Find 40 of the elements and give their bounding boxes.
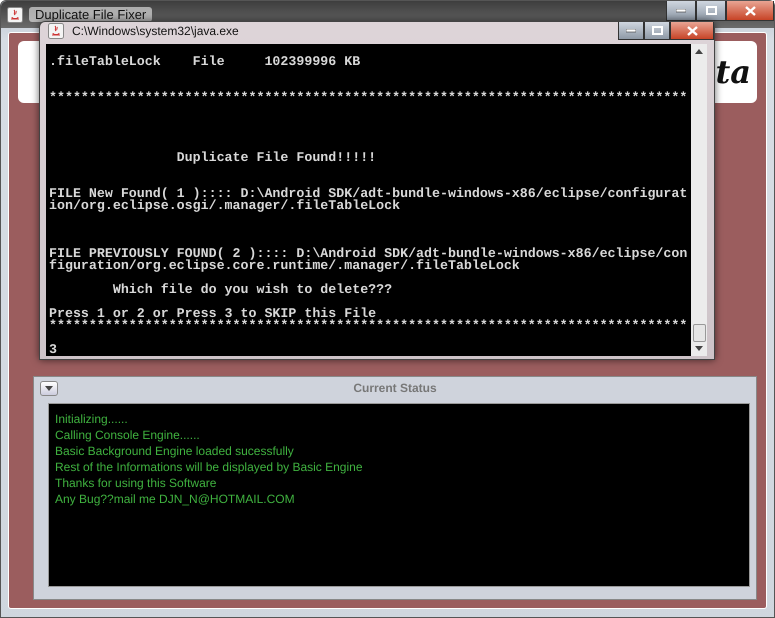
scroll-thumb[interactable]	[692, 324, 706, 342]
caret-icon	[45, 386, 53, 390]
banner-text: ta	[715, 53, 751, 91]
maximize-icon	[652, 26, 662, 35]
minimize-button[interactable]	[666, 1, 696, 21]
console-line: FILE PREVIOUSLY FOUND( 2 ):::: D:\Android SDK/adt-bundle-windows-x86/eclipse/con	[49, 248, 688, 260]
window-title: Duplicate File Fixer	[29, 7, 152, 22]
console-line: figuration/org.eclipse.core.runtime/.manager/.fileTableLock	[49, 260, 520, 272]
console-line: FILE New Found( 1 ):::: D:\Android SDK/adt-bundle-windows-x86/eclipse/configurat	[49, 188, 688, 200]
console-line: ********************************************************************************	[49, 92, 688, 104]
console-line: ion/org.eclipse.osgi/.manager/.fileTableLock	[49, 200, 400, 212]
maximize-button[interactable]	[696, 1, 726, 21]
log-line: Basic Background Engine loaded sucessfully	[55, 443, 294, 459]
close-button[interactable]	[670, 22, 714, 40]
scrollbar[interactable]	[691, 44, 707, 356]
log-line: Any Bug??mail me DJN_N@HOTMAIL.COM	[55, 491, 295, 507]
log-line: Thanks for using this Software	[55, 475, 216, 491]
log-line: Rest of the Informations will be displayed by Basic Engine	[55, 459, 362, 475]
minimize-icon	[676, 8, 686, 12]
close-button[interactable]	[726, 1, 774, 21]
console-line: ********************************************************************************	[49, 320, 688, 332]
console-line: .fileTableLock File 102399996 KB	[49, 56, 360, 68]
close-icon	[744, 6, 756, 16]
console-line: Duplicate File Found!!!!!	[176, 152, 376, 164]
minimize-button[interactable]	[618, 22, 644, 40]
scroll-down-icon	[695, 346, 703, 351]
log-line: Calling Console Engine......	[55, 427, 200, 443]
maximize-button[interactable]	[644, 22, 670, 40]
console-line: 3	[49, 344, 57, 356]
collapse-button[interactable]	[40, 380, 58, 396]
console-line: Press 1 or 2 or Press 3 to SKIP this File	[49, 308, 376, 320]
log-line: Initializing......	[55, 411, 128, 427]
maximize-icon	[706, 6, 716, 15]
console-line: Which file do you wish to delete???	[112, 284, 392, 296]
console-title: C:\Windows\system32\java.exe	[72, 24, 239, 38]
panel-title: Current Status	[353, 381, 437, 395]
scroll-up-icon	[695, 49, 703, 54]
app-icon	[7, 6, 23, 22]
app-icon	[48, 23, 64, 39]
close-icon	[686, 26, 698, 36]
